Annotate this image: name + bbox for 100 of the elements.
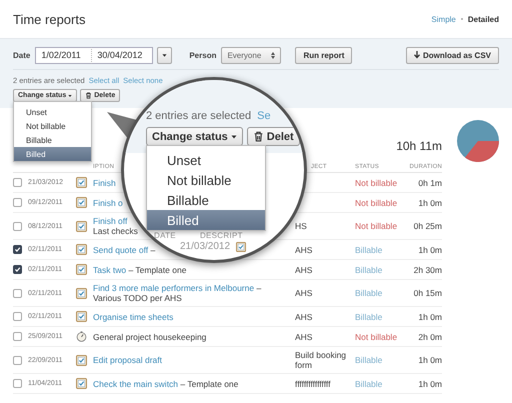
entry-description: Find 3 more male performers in Melbourne – Various TODO per AHS <box>93 283 262 303</box>
select-arrows-icon <box>271 52 276 58</box>
billing-status: Not billable <box>355 198 398 208</box>
billing-status: Billable <box>355 378 384 388</box>
row-checkbox[interactable] <box>13 356 22 364</box>
project-name: AHS <box>294 264 314 274</box>
row-checkbox[interactable] <box>13 265 22 274</box>
project-name: HS <box>294 221 308 231</box>
project-name: Build booking form <box>294 350 348 370</box>
status-option[interactable]: Unset <box>147 150 265 170</box>
entry-description: Send quote off – <box>93 244 156 254</box>
row-checkbox[interactable] <box>13 332 22 341</box>
billing-status: Billable <box>355 312 384 322</box>
select-link[interactable]: Se <box>257 110 271 122</box>
date-label: Date <box>13 50 30 60</box>
billing-status: Billable <box>355 244 384 254</box>
entry-duration: 2h 30m <box>414 264 442 274</box>
row-checkbox[interactable] <box>13 198 22 207</box>
entry-duration: 1h 0m <box>418 198 442 208</box>
project-name: ffffffffffffffff <box>294 378 332 388</box>
row-checkbox[interactable] <box>13 178 22 187</box>
task-link[interactable]: Finish off <box>93 216 128 226</box>
billing-status: Not billable <box>355 221 398 231</box>
task-link[interactable]: Finish o <box>93 198 123 208</box>
total-duration: 10h 11m <box>396 139 442 153</box>
status-option[interactable]: Not billable <box>14 119 91 133</box>
person-select[interactable]: Everyone <box>221 46 282 64</box>
entry-duration: 0h 15m <box>414 288 442 298</box>
billing-status: Billable <box>355 288 384 298</box>
billing-status: Not billable <box>355 332 398 342</box>
view-link[interactable]: Simple <box>431 14 456 24</box>
task-checkbox-icon <box>76 220 87 232</box>
row-checkbox[interactable] <box>13 379 22 388</box>
start-date-field[interactable]: 1/02/2011 <box>35 46 92 64</box>
row-checkbox[interactable] <box>13 312 22 321</box>
page-title: Time reports <box>13 12 86 26</box>
row-checkbox[interactable] <box>13 222 22 230</box>
task-link[interactable]: Send quote off <box>93 244 148 254</box>
project-name: AHS <box>294 332 314 342</box>
status-option[interactable]: Billable <box>14 133 91 147</box>
run-report-button[interactable]: Run report <box>295 46 352 64</box>
column-header: DATE <box>154 231 176 240</box>
entry-duration: 2h 0m <box>418 332 442 342</box>
pie-chart-drawing <box>457 120 499 162</box>
entry-duration: 1h 0m <box>418 244 442 254</box>
checkmark-icon <box>14 246 21 253</box>
entry-description: Check the main switch – Template one <box>93 378 238 388</box>
project-name: AHS <box>294 312 314 322</box>
task-checkbox-icon <box>76 288 87 298</box>
entry-duration: 1h 0m <box>418 355 442 365</box>
entry-description: Task two – Template one <box>93 264 186 274</box>
entry-duration: 0h 1m <box>418 178 442 188</box>
task-link[interactable]: Edit proposal draft <box>93 355 162 365</box>
task-link[interactable]: Finish <box>93 178 116 188</box>
task-checkbox-icon <box>76 197 87 208</box>
view-link[interactable]: Detailed <box>468 14 499 24</box>
billing-status: Billable <box>355 355 384 365</box>
status-option[interactable]: Billed <box>147 210 265 230</box>
task-link[interactable]: Find 3 more male performers in Melbourne <box>93 283 254 293</box>
download-icon <box>414 51 420 59</box>
task-link[interactable]: Task two <box>93 264 126 274</box>
project-name: AHS <box>294 244 314 254</box>
stopwatch-icon <box>76 331 87 342</box>
change-status-button[interactable]: Change status <box>146 127 243 146</box>
caret-icon <box>230 134 237 140</box>
column-header: DESCRIPT <box>200 231 243 240</box>
entry-duration: 1h 0m <box>418 378 442 388</box>
task-checkbox-icon <box>76 244 87 255</box>
task-checkbox-icon <box>76 311 87 322</box>
delete-button[interactable]: Delet <box>246 127 300 146</box>
task-checkbox-icon <box>76 264 87 275</box>
date-preset-button[interactable] <box>157 46 172 64</box>
entry-date: 21/03/2012 <box>180 241 230 252</box>
task-link[interactable]: Organise time sheets <box>93 312 174 322</box>
status-option[interactable]: Not billable <box>147 170 265 190</box>
row-checkbox[interactable] <box>13 288 22 298</box>
entry-note: Last checks <box>93 226 138 236</box>
download-csv-button[interactable]: Download as CSV <box>406 46 499 64</box>
caret-icon <box>162 52 168 58</box>
entry-duration: 0h 25m <box>414 221 442 231</box>
selection-summary: 2 entries are selected <box>146 110 252 122</box>
task-checkbox-icon <box>76 177 87 188</box>
task-checkbox-icon <box>76 378 87 389</box>
row-checkbox[interactable] <box>13 245 22 254</box>
person-label: Person <box>189 50 216 60</box>
project-name: AHS <box>294 288 314 298</box>
task-link[interactable]: Check the main switch <box>93 378 178 388</box>
entry-description: General project housekeeping <box>93 332 206 342</box>
trash-icon <box>85 92 92 99</box>
entry-duration: 1h 0m <box>418 312 442 322</box>
status-option[interactable]: Billable <box>147 190 265 210</box>
status-option[interactable]: Unset <box>14 105 91 119</box>
trash-icon <box>252 131 264 142</box>
task-checkbox-icon <box>76 354 87 366</box>
task-checkbox-icon <box>236 242 246 252</box>
end-date-field[interactable]: 30/04/2012 <box>91 46 154 64</box>
status-option[interactable]: Billed <box>14 147 91 161</box>
checkmark-icon <box>14 266 21 273</box>
caret-icon <box>68 94 72 98</box>
billing-status: Not billable <box>355 178 398 188</box>
